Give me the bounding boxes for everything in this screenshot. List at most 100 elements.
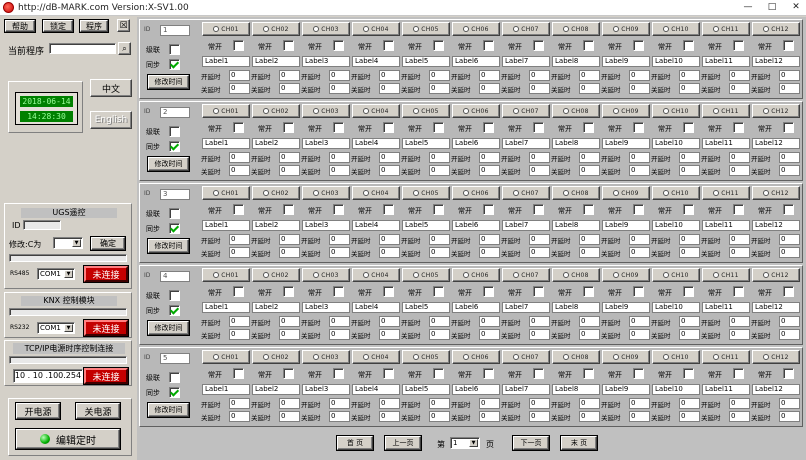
channel-mode-checkbox[interactable]: [533, 40, 544, 51]
channel-mode-checkbox[interactable]: [683, 122, 694, 133]
channel-toggle-button[interactable]: CH02: [252, 186, 300, 200]
on-delay-field[interactable]: 0: [629, 398, 650, 409]
on-delay-field[interactable]: 0: [279, 70, 300, 81]
off-delay-field[interactable]: 0: [729, 329, 750, 340]
channel-toggle-button[interactable]: CH11: [702, 186, 750, 200]
channel-label-field[interactable]: Label10: [652, 302, 700, 313]
sync-checkbox[interactable]: [169, 141, 180, 152]
on-delay-field[interactable]: 0: [579, 152, 600, 163]
off-delay-field[interactable]: 0: [379, 247, 400, 258]
channel-toggle-button[interactable]: CH09: [602, 104, 650, 118]
on-delay-field[interactable]: 0: [279, 234, 300, 245]
channel-toggle-button[interactable]: CH06: [452, 350, 500, 364]
channel-toggle-button[interactable]: CH08: [552, 104, 600, 118]
channel-label-field[interactable]: Label8: [552, 384, 600, 395]
sync-checkbox[interactable]: [169, 387, 180, 398]
off-delay-field[interactable]: 0: [279, 247, 300, 258]
on-delay-field[interactable]: 0: [329, 234, 350, 245]
channel-mode-checkbox[interactable]: [533, 368, 544, 379]
channel-mode-checkbox[interactable]: [233, 122, 244, 133]
channel-label-field[interactable]: Label2: [252, 384, 300, 395]
on-delay-field[interactable]: 0: [429, 70, 450, 81]
on-delay-field[interactable]: 0: [379, 316, 400, 327]
lang-english-button[interactable]: English: [90, 111, 132, 129]
channel-mode-checkbox[interactable]: [783, 368, 794, 379]
on-delay-field[interactable]: 0: [329, 316, 350, 327]
on-delay-field[interactable]: 0: [479, 316, 500, 327]
on-delay-field[interactable]: 0: [679, 152, 700, 163]
on-delay-field[interactable]: 0: [779, 70, 800, 81]
channel-label-field[interactable]: Label6: [452, 220, 500, 231]
channel-label-field[interactable]: Label6: [452, 138, 500, 149]
channel-toggle-button[interactable]: CH11: [702, 350, 750, 364]
channel-mode-checkbox[interactable]: [383, 204, 394, 215]
channel-label-field[interactable]: Label10: [652, 138, 700, 149]
channel-mode-checkbox[interactable]: [333, 204, 344, 215]
on-delay-field[interactable]: 0: [229, 398, 250, 409]
on-delay-field[interactable]: 0: [279, 398, 300, 409]
off-delay-field[interactable]: 0: [279, 83, 300, 94]
off-delay-field[interactable]: 0: [579, 247, 600, 258]
channel-mode-checkbox[interactable]: [433, 122, 444, 133]
channel-toggle-button[interactable]: CH07: [502, 186, 550, 200]
off-delay-field[interactable]: 0: [329, 329, 350, 340]
channel-label-field[interactable]: Label4: [352, 138, 400, 149]
channel-label-field[interactable]: Label9: [602, 384, 650, 395]
channel-label-field[interactable]: Label7: [502, 138, 550, 149]
off-delay-field[interactable]: 0: [379, 165, 400, 176]
on-delay-field[interactable]: 0: [379, 70, 400, 81]
sync-checkbox[interactable]: [169, 223, 180, 234]
on-delay-field[interactable]: 0: [479, 234, 500, 245]
channel-mode-checkbox[interactable]: [583, 368, 594, 379]
channel-mode-checkbox[interactable]: [533, 286, 544, 297]
channel-mode-checkbox[interactable]: [283, 40, 294, 51]
off-delay-field[interactable]: 0: [429, 411, 450, 422]
off-delay-field[interactable]: 0: [629, 411, 650, 422]
channel-label-field[interactable]: Label12: [752, 138, 800, 149]
on-delay-field[interactable]: 0: [279, 316, 300, 327]
channel-mode-checkbox[interactable]: [483, 368, 494, 379]
off-delay-field[interactable]: 0: [479, 411, 500, 422]
channel-mode-checkbox[interactable]: [433, 40, 444, 51]
channel-mode-checkbox[interactable]: [333, 368, 344, 379]
channel-toggle-button[interactable]: CH07: [502, 268, 550, 282]
channel-mode-checkbox[interactable]: [633, 368, 644, 379]
on-delay-field[interactable]: 0: [529, 70, 550, 81]
off-delay-field[interactable]: 0: [679, 329, 700, 340]
off-delay-field[interactable]: 0: [629, 247, 650, 258]
channel-mode-checkbox[interactable]: [483, 122, 494, 133]
on-delay-field[interactable]: 0: [429, 316, 450, 327]
channel-mode-checkbox[interactable]: [683, 286, 694, 297]
on-delay-field[interactable]: 0: [429, 234, 450, 245]
channel-mode-checkbox[interactable]: [283, 286, 294, 297]
channel-label-field[interactable]: Label11: [702, 384, 750, 395]
channel-label-field[interactable]: Label12: [752, 384, 800, 395]
off-delay-field[interactable]: 0: [579, 165, 600, 176]
page-select[interactable]: 1 ▼: [450, 437, 480, 449]
minimize-button[interactable]: —: [740, 1, 756, 14]
on-delay-field[interactable]: 0: [729, 152, 750, 163]
channel-label-field[interactable]: Label2: [252, 56, 300, 67]
channel-label-field[interactable]: Label12: [752, 302, 800, 313]
channel-toggle-button[interactable]: CH10: [652, 350, 700, 364]
off-delay-field[interactable]: 0: [629, 165, 650, 176]
channel-mode-checkbox[interactable]: [733, 40, 744, 51]
channel-mode-checkbox[interactable]: [333, 40, 344, 51]
channel-toggle-button[interactable]: CH02: [252, 104, 300, 118]
off-delay-field[interactable]: 0: [429, 83, 450, 94]
channel-label-field[interactable]: Label7: [502, 220, 550, 231]
on-delay-field[interactable]: 0: [729, 316, 750, 327]
channel-toggle-button[interactable]: CH12: [752, 22, 800, 36]
channel-toggle-button[interactable]: CH05: [402, 186, 450, 200]
channel-toggle-button[interactable]: CH02: [252, 268, 300, 282]
channel-label-field[interactable]: Label11: [702, 220, 750, 231]
channel-toggle-button[interactable]: CH12: [752, 186, 800, 200]
rs485-connect-button[interactable]: 未连接: [83, 265, 129, 283]
channel-toggle-button[interactable]: CH12: [752, 104, 800, 118]
channel-toggle-button[interactable]: CH04: [352, 104, 400, 118]
on-delay-field[interactable]: 0: [779, 234, 800, 245]
off-delay-field[interactable]: 0: [729, 411, 750, 422]
last-page-button[interactable]: 末 页: [560, 435, 598, 451]
channel-label-field[interactable]: Label12: [752, 56, 800, 67]
channel-mode-checkbox[interactable]: [533, 204, 544, 215]
